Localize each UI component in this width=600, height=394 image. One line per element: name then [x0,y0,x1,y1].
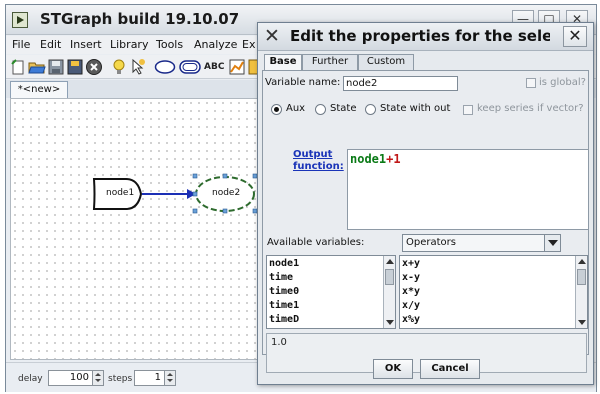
menu-edit[interactable]: Edit [40,38,61,51]
scroll-down-icon[interactable] [386,320,394,325]
variables-scrollbar[interactable] [383,256,395,328]
operators-list[interactable]: x+y x-y x*y x/y x%y [399,255,588,329]
scrollbar-thumb[interactable] [577,269,586,285]
dialog-title: Edit the properties for the selected [290,27,550,45]
list-item[interactable]: node1 [269,257,299,271]
node1-label: node1 [106,188,135,198]
node2-label: node2 [212,188,241,198]
new-document-icon[interactable] [9,58,27,76]
steps-spinner[interactable]: 1 [134,370,176,386]
stop-icon[interactable] [85,58,103,76]
available-variables-label: Available variables: [267,237,365,248]
pointer-tool-icon[interactable] [129,58,147,76]
properties-dialog: ✕ Edit the properties for the selected ✕… [257,22,594,385]
dialog-icon: ✕ [264,25,280,47]
delay-label: delay [18,374,43,384]
window-title: STGraph build 19.10.07 [40,10,240,28]
menu-ex[interactable]: Ex [242,38,255,51]
is-global-checkbox[interactable] [526,78,536,88]
list-item[interactable]: timeD [269,313,299,327]
scroll-up-icon[interactable] [578,259,586,264]
variable-name-label: Variable name: [265,77,341,88]
scroll-down-icon[interactable] [578,320,586,325]
list-item[interactable]: time0 [269,285,299,299]
open-folder-icon[interactable] [28,58,46,76]
output-function-editor[interactable]: node1+1 [347,149,589,230]
cancel-button[interactable]: Cancel [420,359,480,379]
list-item[interactable]: x*y [402,285,420,299]
lightbulb-icon[interactable] [110,58,128,76]
list-item[interactable]: x+y [402,257,420,271]
base-tab-panel: Variable name: node2 is global? Aux Stat… [262,70,589,373]
delay-spinner[interactable]: 100 [48,370,104,386]
list-item[interactable]: time [269,271,293,285]
menu-insert[interactable]: Insert [70,38,102,51]
state-with-out-radio-label: State with out [380,103,451,114]
chevron-down-icon[interactable] [544,235,560,251]
state-radio[interactable] [315,104,326,115]
tab-custom[interactable]: Custom [358,54,414,70]
is-global-label: is global? [539,77,586,88]
operators-scrollbar[interactable] [575,256,587,328]
operators-select[interactable]: Operators [402,234,561,252]
app-icon [12,12,28,28]
list-item[interactable]: x/y [402,299,420,313]
steps-value: 1 [154,372,161,383]
aux-radio-label: Aux [286,103,306,114]
dialog-close-button[interactable]: ✕ [563,26,587,47]
aux-node-icon[interactable] [154,58,176,76]
steps-spinner-arrows[interactable] [164,371,175,385]
list-item[interactable]: x-y [402,271,420,285]
list-item[interactable]: time1 [269,299,299,313]
state-radio-label: State [330,103,357,114]
tab-further[interactable]: Further [302,54,358,70]
ok-button[interactable]: OK [373,359,413,379]
delay-spinner-arrows[interactable] [92,371,103,385]
formula-number: 1 [393,152,401,166]
save-as-icon[interactable] [66,58,84,76]
menu-file[interactable]: File [12,38,30,51]
list-item[interactable]: x%y [402,313,420,327]
chart-icon[interactable] [228,58,246,76]
delay-value: 100 [69,372,89,383]
save-disk-icon[interactable] [47,58,65,76]
menu-library[interactable]: Library [110,38,148,51]
dialog-title-bar[interactable]: ✕ Edit the properties for the selected ✕ [258,23,593,51]
text-tool-icon[interactable]: ABC [204,58,226,76]
variables-list[interactable]: node1 time time0 time1 timeD [266,255,396,329]
scrollbar-thumb[interactable] [385,269,394,285]
output-function-link[interactable]: Output function: [293,149,345,173]
aux-radio[interactable] [271,104,282,115]
state-with-out-radio[interactable] [365,104,376,115]
scroll-up-icon[interactable] [386,259,394,264]
state-node-icon[interactable] [178,58,202,76]
steps-label: steps [108,374,133,384]
formula-variable: node1 [350,152,387,166]
tab-base[interactable]: Base [264,54,302,71]
menu-analyze[interactable]: Analyze [194,38,237,51]
menu-tools[interactable]: Tools [156,38,183,51]
variable-name-field[interactable]: node2 [343,76,458,91]
operators-select-value: Operators [406,237,456,248]
keep-series-label: keep series if vector? [477,103,584,114]
document-tab[interactable]: *<new> [10,81,68,98]
keep-series-checkbox[interactable] [463,105,473,115]
